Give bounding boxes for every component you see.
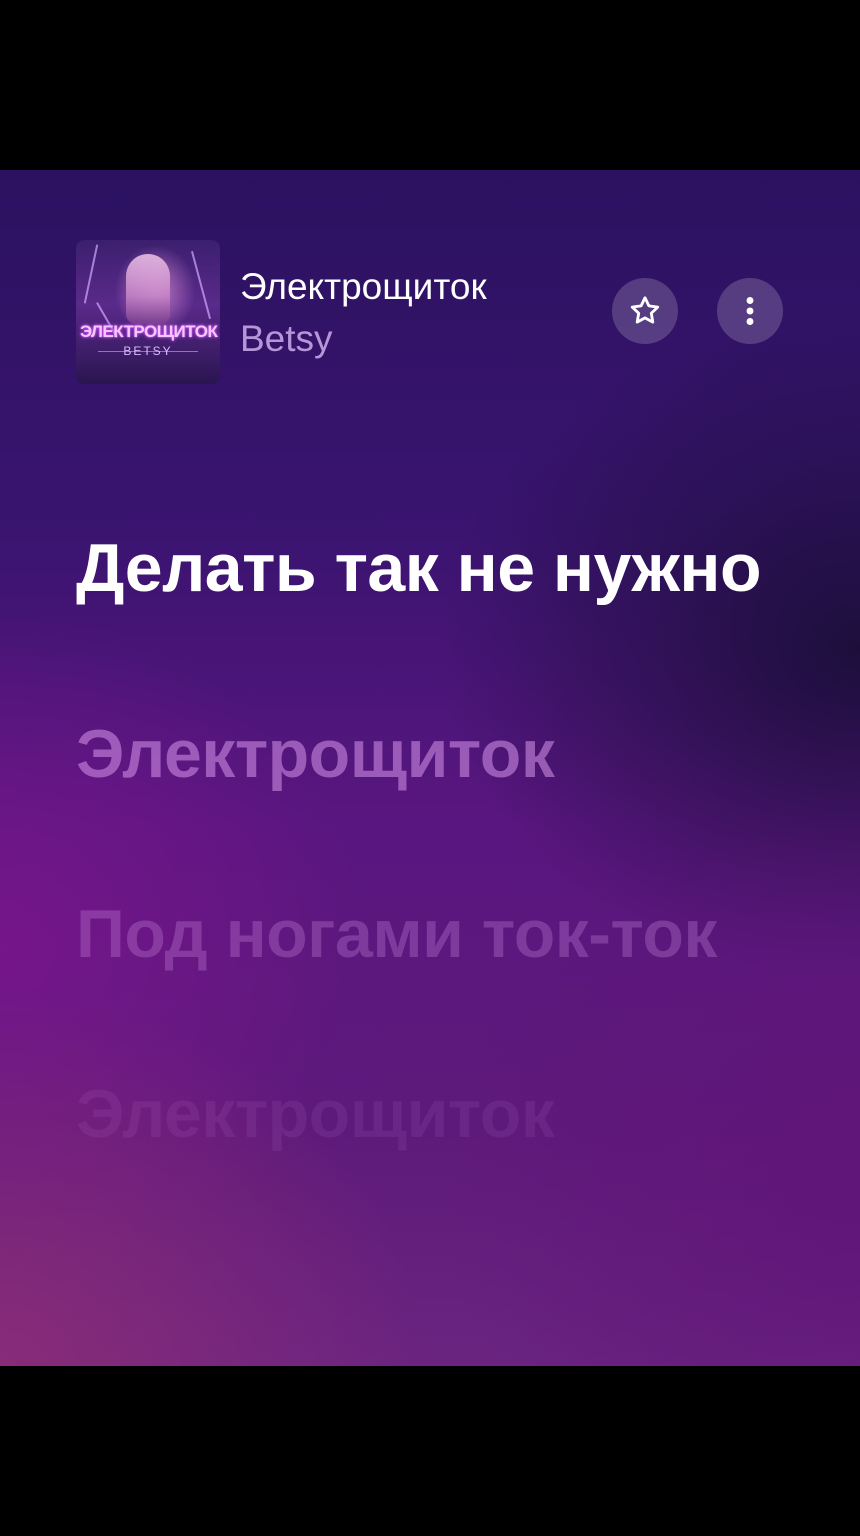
lyric-line-next[interactable]: Электрощиток bbox=[76, 706, 796, 802]
track-title[interactable]: Электрощиток bbox=[240, 266, 487, 308]
lyrics-screen: ЭЛЕКТРОЩИТОК BETSY Электрощиток Betsy Де… bbox=[0, 170, 860, 1366]
more-options-button[interactable] bbox=[717, 278, 783, 344]
cover-artist-text: BETSY bbox=[123, 344, 173, 358]
star-outline-icon bbox=[630, 296, 660, 324]
lightning-decoration bbox=[83, 244, 99, 304]
cover-title-text: ЭЛЕКТРОЩИТОК bbox=[80, 322, 218, 341]
lyric-line-current[interactable]: Делать так не нужно bbox=[76, 520, 796, 616]
now-playing-header: ЭЛЕКТРОЩИТОК BETSY Электрощиток Betsy bbox=[76, 240, 786, 384]
lyric-line-later[interactable]: Под ногами ток-ток bbox=[76, 886, 796, 982]
lightning-decoration bbox=[190, 250, 212, 320]
lyrics-list: Делать так не нужно Электрощиток Под ног… bbox=[76, 520, 796, 1162]
vertical-dots-icon bbox=[746, 297, 754, 325]
lyric-line-far[interactable]: Электрощиток bbox=[76, 1066, 796, 1162]
cover-artist-figure bbox=[126, 254, 170, 324]
track-artist[interactable]: Betsy bbox=[240, 318, 333, 360]
favorite-button[interactable] bbox=[612, 278, 678, 344]
album-cover[interactable]: ЭЛЕКТРОЩИТОК BETSY bbox=[76, 240, 220, 384]
